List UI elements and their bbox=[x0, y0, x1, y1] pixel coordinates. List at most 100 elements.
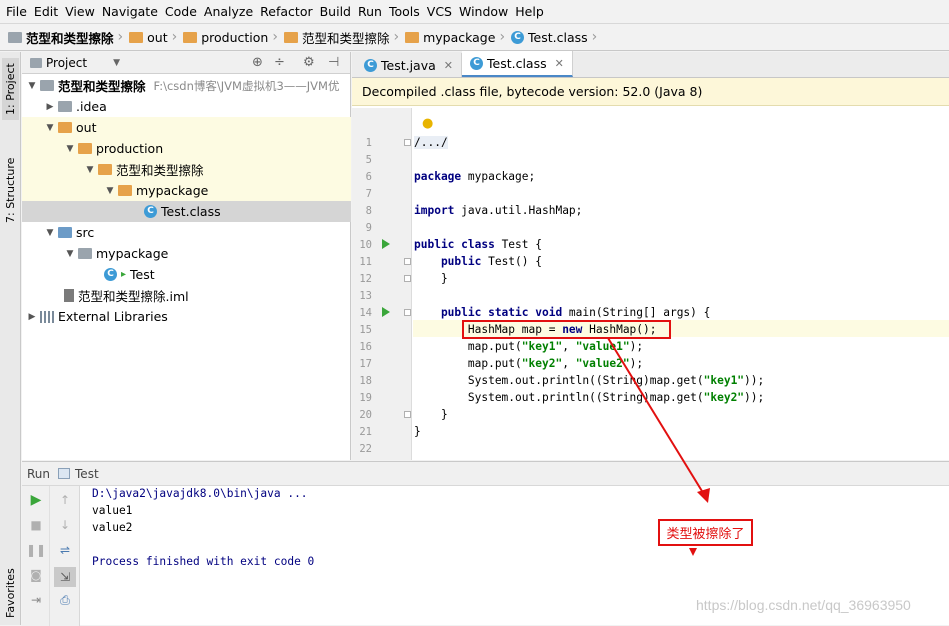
stop-icon[interactable]: ■ bbox=[28, 517, 44, 533]
decompiled-banner: Decompiled .class file, bytecode version… bbox=[352, 78, 949, 106]
tree-item-test-java[interactable]: C ▸ Test bbox=[22, 264, 351, 285]
expanded-arrow-icon[interactable]: ▼ bbox=[64, 144, 76, 154]
tree-item-iml[interactable]: 范型和类型擦除.iml bbox=[22, 285, 351, 306]
folder-icon bbox=[283, 31, 298, 43]
close-icon[interactable]: ✕ bbox=[444, 59, 453, 72]
expanded-arrow-icon[interactable]: ▼ bbox=[104, 186, 116, 196]
menu-navigate[interactable]: Navigate bbox=[102, 4, 165, 19]
folder-icon bbox=[405, 31, 420, 43]
camera-icon[interactable]: ◙ bbox=[28, 567, 44, 583]
menu-vcs[interactable]: VCS bbox=[427, 4, 459, 19]
scroll-to-end-icon[interactable]: ⇲ bbox=[54, 567, 76, 587]
tree-item-idea[interactable]: ▶ .idea bbox=[22, 96, 351, 117]
tree-item-src[interactable]: ▼ src bbox=[22, 222, 351, 243]
highlight-box bbox=[462, 320, 671, 339]
code-line-21[interactable]: } bbox=[414, 425, 421, 438]
menu-bar: File Edit View Navigate Code Analyze Ref… bbox=[0, 0, 949, 23]
breadcrumb-item-test-class[interactable]: C Test.class › bbox=[511, 29, 603, 45]
collapsed-arrow-icon[interactable]: ▶ bbox=[26, 312, 38, 322]
chevron-right-icon: › bbox=[171, 29, 178, 45]
menu-tools[interactable]: Tools bbox=[389, 4, 427, 19]
line-number: 20 bbox=[359, 409, 372, 421]
breadcrumb-item-out[interactable]: out › bbox=[129, 29, 183, 45]
menu-code[interactable]: Code bbox=[165, 4, 204, 19]
expanded-arrow-icon[interactable]: ▼ bbox=[44, 228, 56, 238]
fold-icon[interactable] bbox=[404, 139, 411, 146]
code-line-19[interactable]: System.out.println((String)map.get("key2… bbox=[414, 391, 764, 404]
run-tab-label[interactable]: Run bbox=[27, 467, 50, 481]
exit-icon[interactable]: ⇥ bbox=[28, 592, 44, 608]
fold-icon[interactable] bbox=[404, 275, 411, 282]
hide-icon[interactable]: ⊣ bbox=[328, 55, 339, 70]
tree-item-mypackage-out[interactable]: ▼ mypackage bbox=[22, 180, 351, 201]
print-icon[interactable]: ⎙ bbox=[57, 592, 73, 608]
line-number: 14 bbox=[359, 307, 372, 319]
code-line-6[interactable]: package mypackage; bbox=[414, 170, 535, 183]
fold-icon[interactable] bbox=[404, 309, 411, 316]
gear-icon[interactable]: ⚙ bbox=[303, 55, 315, 70]
tree-item-project-root[interactable]: ▼ 范型和类型擦除 F:\csdn博客\JVM虚拟机3——JVM优 bbox=[22, 75, 351, 96]
menu-help[interactable]: Help bbox=[515, 4, 551, 19]
expanded-arrow-icon[interactable]: ▼ bbox=[84, 165, 96, 175]
lightbulb-icon[interactable]: ● bbox=[422, 116, 433, 131]
menu-refactor[interactable]: Refactor bbox=[260, 4, 319, 19]
breadcrumb-item-production[interactable]: production › bbox=[183, 29, 284, 45]
menu-analyze[interactable]: Analyze bbox=[204, 4, 260, 19]
collapsed-arrow-icon[interactable]: ▶ bbox=[44, 102, 56, 112]
fold-icon[interactable] bbox=[404, 258, 411, 265]
fold-icon[interactable] bbox=[404, 411, 411, 418]
run-toolbar-secondary: ↑ ↓ ⇌ ⇲ ⎙ bbox=[50, 486, 80, 626]
tab-structure-tool[interactable]: 7: Structure bbox=[2, 144, 19, 236]
tree-item-module-out[interactable]: ▼ 范型和类型擦除 bbox=[22, 159, 351, 180]
menu-file[interactable]: File bbox=[6, 4, 34, 19]
class-file-icon: C bbox=[511, 30, 525, 44]
up-arrow-icon[interactable]: ↑ bbox=[57, 492, 73, 508]
run-config-name[interactable]: Test bbox=[75, 467, 99, 481]
expanded-arrow-icon[interactable]: ▼ bbox=[64, 249, 76, 259]
code-line-16[interactable]: map.put("key1", "value1"); bbox=[414, 340, 643, 353]
tree-item-external-libraries[interactable]: ▶ External Libraries bbox=[22, 306, 351, 327]
java-class-icon: C bbox=[104, 268, 117, 281]
breadcrumb-item-project[interactable]: 范型和类型擦除 › bbox=[8, 28, 129, 47]
code-line-12[interactable]: } bbox=[414, 272, 448, 285]
breadcrumb-item-mypackage[interactable]: mypackage › bbox=[405, 29, 511, 45]
menu-view[interactable]: View bbox=[65, 4, 102, 19]
collapse-icon[interactable]: ÷ bbox=[274, 55, 285, 70]
close-icon[interactable]: ✕ bbox=[555, 57, 564, 70]
menu-build[interactable]: Build bbox=[320, 4, 358, 19]
rerun-icon[interactable]: ▶ bbox=[28, 492, 44, 508]
menu-run[interactable]: Run bbox=[358, 4, 389, 19]
folder-icon bbox=[183, 31, 198, 43]
pause-icon[interactable]: ❚❚ bbox=[26, 542, 46, 558]
soft-wrap-icon[interactable]: ⇌ bbox=[57, 542, 73, 558]
tab-test-class[interactable]: C Test.class ✕ bbox=[462, 51, 573, 77]
code-line-20[interactable]: } bbox=[414, 408, 448, 421]
tree-item-mypackage-src[interactable]: ▼ mypackage bbox=[22, 243, 351, 264]
breadcrumb-item-module[interactable]: 范型和类型擦除 › bbox=[283, 28, 405, 47]
tab-project-tool[interactable]: 1: Project bbox=[2, 58, 19, 120]
run-gutter-icon[interactable] bbox=[382, 239, 390, 249]
code-line-17[interactable]: map.put("key2", "value2"); bbox=[414, 357, 643, 370]
code-line-1[interactable]: /.../ bbox=[414, 136, 448, 149]
code-line-10[interactable]: public class Test { bbox=[414, 238, 542, 251]
line-number: 10 bbox=[359, 239, 372, 251]
menu-window[interactable]: Window bbox=[459, 4, 515, 19]
menu-edit[interactable]: Edit bbox=[34, 4, 65, 19]
code-line-11[interactable]: public Test() { bbox=[414, 255, 542, 268]
line-number: 5 bbox=[365, 154, 372, 166]
tree-item-out[interactable]: ▼ out bbox=[22, 117, 351, 138]
down-arrow-icon[interactable]: ↓ bbox=[57, 517, 73, 533]
folder-icon bbox=[78, 143, 92, 154]
code-line-8[interactable]: import java.util.HashMap; bbox=[414, 204, 582, 217]
run-gutter-icon[interactable] bbox=[382, 307, 390, 317]
target-icon[interactable]: ⊕ bbox=[252, 55, 263, 70]
tab-favorites-tool[interactable]: Favorites bbox=[2, 562, 19, 624]
tab-test-java[interactable]: C Test.java ✕ bbox=[356, 53, 462, 77]
expanded-arrow-icon[interactable]: ▼ bbox=[26, 81, 38, 91]
expanded-arrow-icon[interactable]: ▼ bbox=[44, 123, 56, 133]
code-line-14[interactable]: public static void main(String[] args) { bbox=[414, 306, 710, 319]
tree-item-test-class[interactable]: C Test.class bbox=[22, 201, 351, 222]
code-line-18[interactable]: System.out.println((String)map.get("key1… bbox=[414, 374, 764, 387]
dropdown-arrow-icon[interactable]: ▼ bbox=[113, 58, 120, 68]
tree-item-production[interactable]: ▼ production bbox=[22, 138, 351, 159]
